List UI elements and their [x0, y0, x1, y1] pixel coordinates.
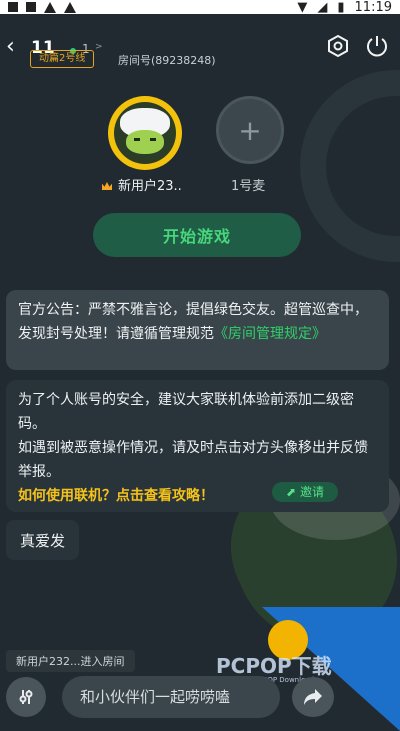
- tips-line-report: 如遇到被恶意操作情况，请及时点击对方头像移出并反馈举报。: [18, 440, 368, 480]
- room-id: 房间号(89238248): [118, 54, 216, 67]
- notification-icon: [8, 2, 18, 12]
- sim-icon: [26, 2, 36, 12]
- line-tag: 动篇2号线: [30, 50, 95, 68]
- seat-label: 1号麦: [231, 179, 266, 194]
- add-seat-icon: +: [238, 113, 262, 147]
- start-game-button[interactable]: 开始游戏: [93, 213, 301, 257]
- chat-input[interactable]: [62, 676, 280, 718]
- tips-message: 为了个人账号的安全，建议大家联机体验前添加二级密码。 如遇到被恶意操作情况，请及…: [6, 380, 389, 512]
- sliders-icon[interactable]: [6, 677, 46, 717]
- warning-icon: [44, 1, 56, 13]
- chevron-right-icon[interactable]: >: [95, 42, 103, 52]
- wifi-icon: ▼: [297, 0, 308, 15]
- announcement-message: 官方公告：严禁不雅言论，提倡绿色交友。超管巡查中，发现封号处理！请遵循管理规范《…: [6, 290, 389, 370]
- back-icon[interactable]: ‹: [6, 34, 15, 59]
- power-icon[interactable]: [365, 34, 389, 58]
- room-header: ‹ 11 1 > 动篇2号线 房间号(89238248): [0, 18, 400, 68]
- chat-message: 真爱发: [6, 520, 80, 560]
- signal-icon: ◢: [317, 0, 328, 15]
- settings-icon[interactable]: [327, 35, 349, 57]
- join-notification: 新用户232...进入房间: [6, 650, 135, 672]
- host-crown-icon: [102, 182, 112, 190]
- clock: 11:19: [354, 0, 392, 15]
- host-name: 新用户23..: [102, 175, 182, 194]
- share-icon[interactable]: [292, 677, 334, 717]
- invite-button[interactable]: ⬈ 邀请: [272, 482, 338, 502]
- status-bar: ▼ ◢ ▮ 11:19: [0, 0, 400, 15]
- room-rules-link[interactable]: 《房间管理规定》: [214, 326, 326, 342]
- battery-icon: ▮: [337, 0, 345, 15]
- invite-label: 邀请: [300, 485, 325, 499]
- tips-line-security: 为了个人账号的安全，建议大家联机体验前添加二级密码。: [18, 392, 354, 432]
- host-seat-avatar[interactable]: [108, 96, 182, 170]
- invite-icon: ⬈: [285, 485, 297, 499]
- empty-seat[interactable]: +: [216, 96, 284, 164]
- warning-icon: [64, 1, 76, 13]
